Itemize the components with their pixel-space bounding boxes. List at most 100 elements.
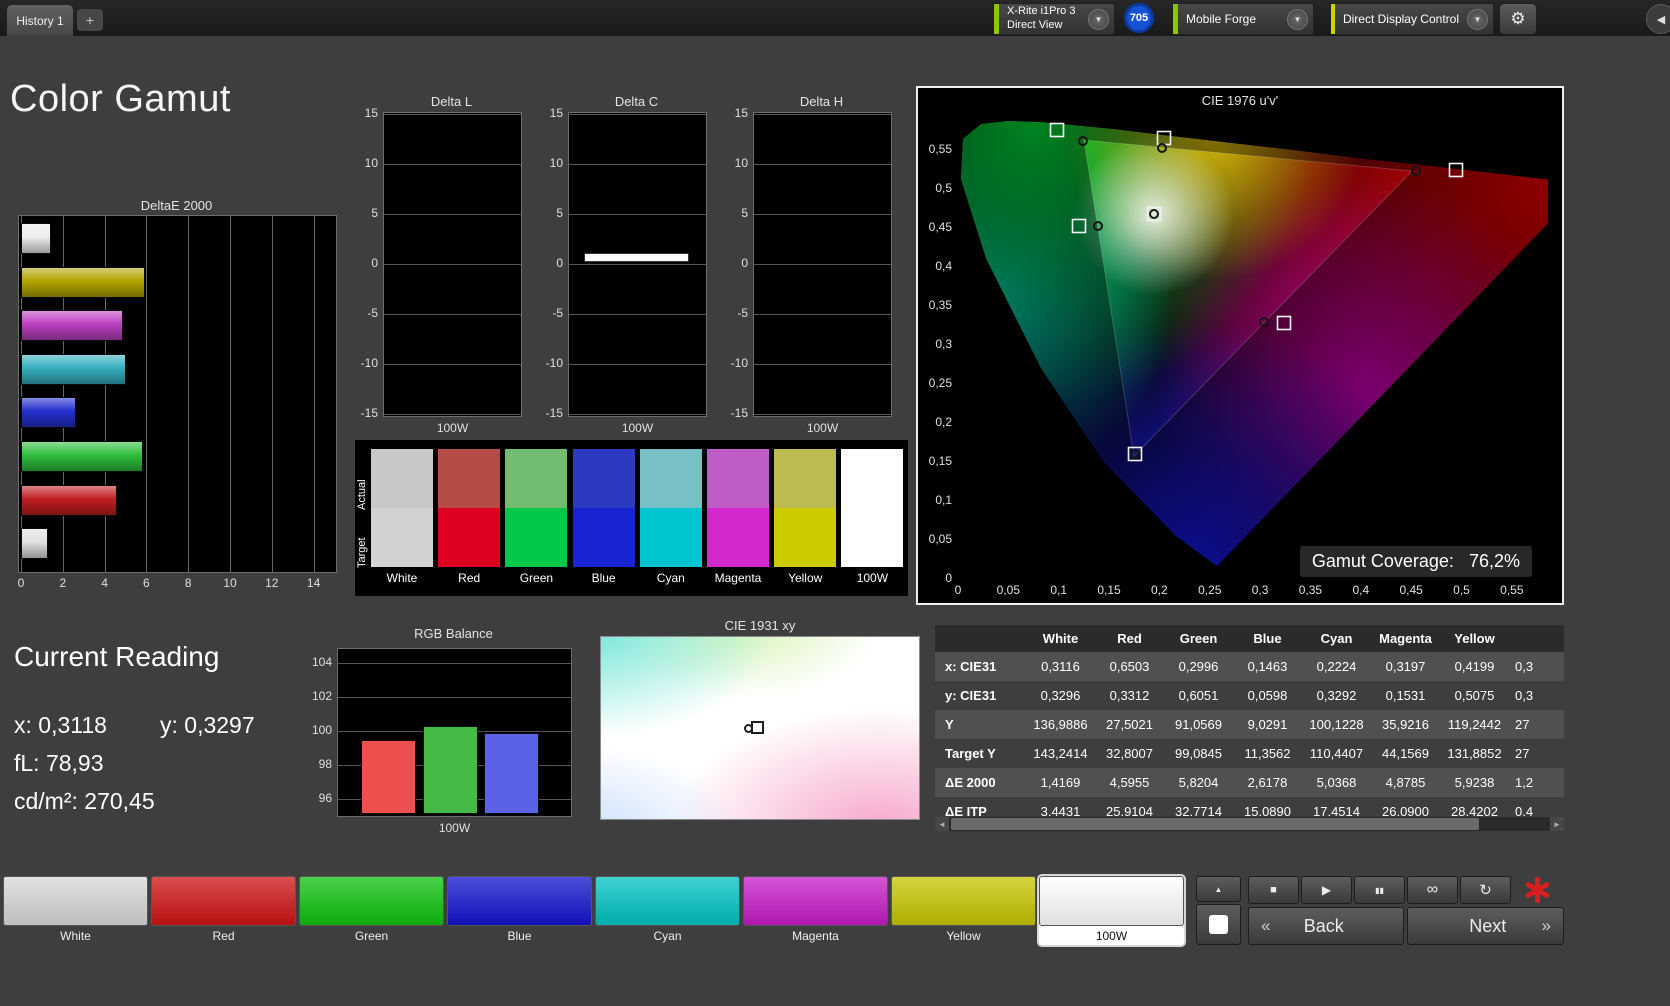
delta-gridline (754, 214, 891, 215)
add-tab-button[interactable]: + (77, 9, 103, 31)
swatch-actual (572, 449, 635, 508)
delta-y-tick: -10 (360, 356, 378, 370)
cie-x-tick: 0,05 (996, 583, 1021, 597)
patch-blue[interactable]: Blue (447, 876, 592, 945)
swatch-label: White (386, 571, 418, 585)
table-cell: 1,2 (1515, 775, 1534, 790)
collapse-panel-button[interactable]: ◀ (1646, 4, 1670, 34)
pause-button[interactable]: ▮▮ (1354, 876, 1405, 904)
rgb-gridline (338, 663, 571, 664)
meter-status-badge[interactable]: 705 (1124, 3, 1154, 33)
delta-y-tick: 0 (371, 256, 378, 270)
delta-x-label: 100W (621, 421, 654, 435)
cie-x-tick: 0,55 (1500, 583, 1524, 597)
delta-gridline (384, 414, 521, 415)
deltae-gridline (230, 216, 231, 572)
cie1931-title: CIE 1931 xy (724, 618, 796, 633)
chevron-down-icon[interactable]: ▼ (1467, 8, 1488, 30)
chevron-down-icon[interactable]: ▼ (1088, 8, 1109, 30)
cie-y-tick: 0,2 (935, 415, 952, 429)
rgb-bar-red (361, 739, 416, 814)
deltae-bar-cyan (21, 353, 127, 385)
patch-yellow[interactable]: Yellow (891, 876, 1036, 945)
swatch-target (572, 508, 635, 567)
meter-dropdown[interactable]: X-Rite i1Pro 3 Direct View ▼ (993, 3, 1115, 35)
display-control-name: Direct Display Control (1342, 11, 1459, 26)
swatch-panel: Actual Target White Red Green Blue Cyan Magen… (355, 440, 908, 596)
swatch-white (371, 449, 433, 567)
cie-x-tick: 0,5 (1453, 583, 1470, 597)
delta-gridline (754, 414, 891, 415)
scroll-left-icon: ◄ (938, 819, 946, 829)
patch-magenta[interactable]: Magenta (743, 876, 888, 945)
table-row: ΔE ITP 3,4431 25,9104 32,7714 15,0890 17,4514… (935, 797, 1564, 816)
source-dropdown[interactable]: Mobile Forge ▼ (1172, 3, 1314, 35)
stop-icon: ■ (1270, 884, 1277, 896)
refresh-button[interactable]: ↻ (1460, 876, 1511, 904)
play-button[interactable]: ▶ (1301, 876, 1352, 904)
current-reading-title: Current Reading (14, 641, 220, 672)
deltae-bar-yellow (21, 266, 145, 298)
delta-y-tick: -10 (730, 356, 748, 370)
patch-green[interactable]: Green (299, 876, 444, 945)
patch-100w[interactable]: 100W (1039, 876, 1184, 945)
table-scrollbar[interactable]: ◄ ► (935, 817, 1564, 831)
deltae-bar-blue (21, 397, 76, 429)
table-cell: 35,9216 (1382, 717, 1429, 732)
table-header-cell: Red (1095, 625, 1164, 652)
delta-c-plot: 15 10 5 0 -5 -10 -15 100W (546, 106, 707, 435)
delta-gridline (384, 314, 521, 315)
rgb-y-tick: 102 (311, 689, 332, 703)
display-control-dropdown[interactable]: Direct Display Control ▼ (1330, 3, 1494, 35)
deltae-x-tick: 2 (59, 576, 67, 590)
back-button[interactable]: « Back (1248, 907, 1404, 945)
deltae-chart-title: DeltaE 2000 (140, 198, 213, 213)
collapse-controls-button[interactable]: ▲ (1196, 876, 1241, 902)
delta-y-tick: -5 (737, 306, 748, 320)
delta-y-tick: 0 (741, 256, 748, 270)
scrollbar-thumb[interactable] (951, 818, 1479, 830)
table-cell: 4,8785 (1385, 775, 1426, 790)
abort-button[interactable] (1524, 877, 1551, 903)
gear-icon: ⚙ (1510, 9, 1526, 28)
table-cell: 0,5075 (1454, 688, 1495, 703)
next-button[interactable]: Next » (1407, 907, 1564, 945)
next-label: Next (1469, 915, 1507, 936)
table-cell: 0,4 (1515, 804, 1534, 816)
table-cell: 5,8204 (1178, 775, 1219, 790)
top-bar: History 1 + X-Rite i1Pro 3 Direct View ▼… (0, 0, 1670, 36)
chevron-down-icon[interactable]: ▼ (1287, 8, 1308, 30)
tab-history-1[interactable]: History 1 (7, 5, 73, 36)
patch-red[interactable]: Red (151, 876, 296, 945)
scroll-left-button[interactable]: ◄ (935, 817, 949, 831)
table-header-cell: Green (1164, 625, 1233, 652)
delta-y-tick: 15 (549, 106, 563, 120)
table-cell: 119,2442 (1447, 717, 1502, 732)
deltae-plot: 0 2 4 6 8 10 12 14 (18, 215, 337, 590)
table-cell: 99,0845 (1175, 746, 1222, 761)
infinity-icon: ∞ (1426, 881, 1439, 898)
back-label: Back (1303, 915, 1344, 936)
pattern-window-button[interactable] (1196, 904, 1241, 945)
stop-button[interactable]: ■ (1248, 876, 1299, 904)
table-header-cell: Magenta (1371, 625, 1440, 652)
table-cell: 0,1463 (1247, 659, 1288, 674)
table-row: Y 136,9886 27,5021 91,0569 9,0291 100,1228 35,… (935, 710, 1564, 739)
chevrons-left-icon: « (1261, 916, 1271, 935)
play-icon: ▶ (1321, 883, 1332, 897)
settings-button[interactable]: ⚙ (1499, 3, 1537, 35)
swatch-yellow (774, 449, 837, 567)
swatch-target (639, 508, 702, 567)
scroll-right-button[interactable]: ► (1550, 817, 1564, 831)
continuous-read-button[interactable]: ∞ (1407, 876, 1458, 904)
patch-color (447, 876, 592, 926)
patch-label: Red (212, 928, 235, 943)
patch-cyan[interactable]: Cyan (595, 876, 740, 945)
cie-y-tick: 0,55 (928, 142, 952, 156)
table-cell: 2,6178 (1247, 775, 1288, 790)
patch-label: Green (354, 928, 389, 943)
delta-y-tick: 0 (556, 256, 563, 270)
table-cell: 91,0569 (1175, 717, 1222, 732)
patch-white[interactable]: White (3, 876, 148, 945)
table-cell: 0,3312 (1109, 688, 1150, 703)
